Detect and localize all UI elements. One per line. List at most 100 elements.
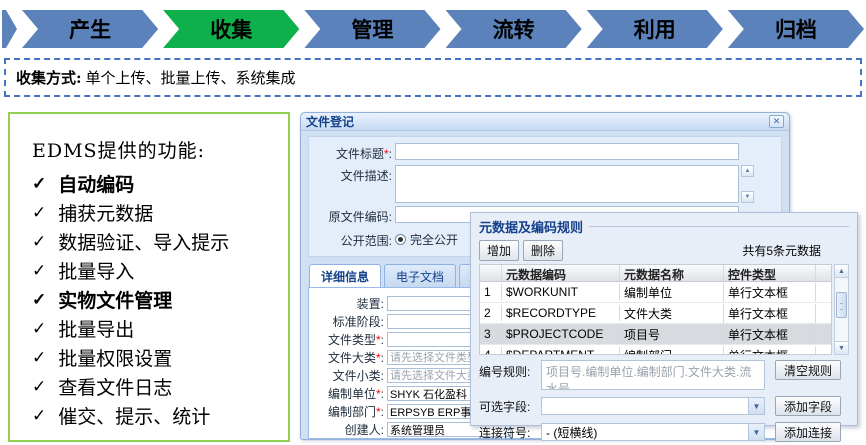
metadata-table-header: 元数据编码 元数据名称 控件类型 bbox=[479, 264, 832, 282]
table-row[interactable]: 2$RECORDTYPE文件大类单行文本框 bbox=[480, 303, 831, 324]
collection-method-text: 单个上传、批量上传、系统集成 bbox=[86, 67, 296, 88]
col-name: 元数据名称 bbox=[620, 265, 724, 281]
optional-field-label: 可选字段: bbox=[479, 398, 541, 415]
table-scrollbar[interactable]: ▲ ▼ bbox=[834, 264, 849, 355]
scroll-thumb[interactable] bbox=[836, 292, 847, 318]
feature-item: ✓ 实物文件管理 bbox=[32, 285, 278, 314]
collection-method-note: 收集方式: 单个上传、批量上传、系统集成 bbox=[4, 58, 862, 97]
chevron-down-icon[interactable]: ▼ bbox=[748, 398, 764, 414]
file-title-label: 文件标题*: bbox=[309, 143, 395, 162]
radio-icon[interactable] bbox=[395, 234, 406, 245]
orig-code-label: 原文件编码: bbox=[309, 206, 395, 225]
feature-text: 查看文件日志 bbox=[58, 373, 172, 400]
numbering-rule-label: 编号规则: bbox=[479, 360, 541, 380]
feature-text: 催交、提示、统计 bbox=[58, 402, 210, 429]
check-icon: ✓ bbox=[32, 348, 46, 368]
file-desc-textarea[interactable] bbox=[395, 165, 739, 203]
field-label-compile-dept: 编制部门*: bbox=[309, 403, 387, 420]
col-blank bbox=[816, 265, 831, 281]
metadata-toolbar: 增加 删除 共有5条元数据 bbox=[479, 240, 849, 261]
feature-text: 批量导入 bbox=[58, 257, 134, 284]
feature-text: 批量权限设置 bbox=[58, 344, 172, 371]
feature-text: 自动编码 bbox=[58, 170, 134, 197]
table-row[interactable]: 4$DEPARTMENT编制部门单行文本框 bbox=[480, 345, 831, 355]
scroll-up-icon[interactable]: ▲ bbox=[741, 165, 754, 177]
numbering-rule-row: 编号规则: 项目号.编制单位.编制部门.文件大类.流水号 清空规则 bbox=[479, 360, 849, 390]
feature-text: 批量导出 bbox=[58, 315, 134, 342]
metadata-panel-title: 元数据及编码规则 bbox=[479, 217, 849, 236]
screenshot-area: 文件登记 ✕ 文件标题*: 文件描述: ▲ ▼ bbox=[298, 112, 864, 445]
feature-item: ✓ 查看文件日志 bbox=[32, 372, 278, 401]
flow-step-manage: 管理 bbox=[304, 10, 440, 48]
check-icon: ✓ bbox=[32, 319, 46, 339]
metadata-table-body: 1$WORKUNIT编制单位单行文本框 2$RECORDTYPE文件大类单行文本… bbox=[479, 282, 832, 355]
dialog-titlebar[interactable]: 文件登记 ✕ bbox=[301, 113, 789, 131]
dialog-title: 文件登记 bbox=[306, 113, 354, 130]
optional-field-combobox[interactable]: ▼ bbox=[541, 397, 765, 415]
col-type: 控件类型 bbox=[724, 265, 816, 281]
scroll-down-icon[interactable]: ▼ bbox=[835, 341, 848, 354]
flow-lead-chevron bbox=[2, 10, 17, 48]
field-label-compile-unit: 编制单位*: bbox=[309, 385, 387, 402]
connector-combobox[interactable]: - (短横线) ▼ bbox=[541, 423, 765, 441]
delete-metadata-button[interactable]: 删除 bbox=[523, 240, 563, 261]
feature-item: ✓数据验证、导入提示 bbox=[32, 227, 278, 256]
metadata-count: 共有5条元数据 bbox=[742, 242, 849, 259]
feature-text: 数据验证、导入提示 bbox=[58, 228, 229, 255]
slide-canvas: 产生 收集 管理 流转 利用 归档 收集方式: 单个上传、批量上传、系统集成 E… bbox=[0, 0, 866, 445]
flow-step-generate: 产生 bbox=[22, 10, 158, 48]
feature-item: ✓ 批量权限设置 bbox=[32, 343, 278, 372]
process-flow-bar: 产生 收集 管理 流转 利用 归档 bbox=[2, 10, 864, 48]
check-icon: ✓ bbox=[32, 290, 46, 310]
file-title-input[interactable] bbox=[395, 143, 739, 160]
feature-text: 实物文件管理 bbox=[58, 286, 172, 313]
feature-item: ✓催交、提示、统计 bbox=[32, 401, 278, 430]
scroll-up-icon[interactable]: ▲ bbox=[835, 265, 848, 278]
feature-item: ✓ 批量导入 bbox=[32, 256, 278, 285]
feature-item: ✓ 批量导出 bbox=[32, 314, 278, 343]
connector-label: 连接符号: bbox=[479, 424, 541, 441]
add-field-button[interactable]: 添加字段 bbox=[775, 396, 841, 416]
tab-detail-info[interactable]: 详细信息 bbox=[309, 264, 381, 287]
check-icon: ✓ bbox=[32, 261, 46, 281]
scope-label: 公开范围: bbox=[309, 230, 395, 249]
flow-step-archive: 归档 bbox=[728, 10, 864, 48]
col-num bbox=[480, 265, 502, 281]
file-desc-label: 文件描述: bbox=[309, 165, 395, 184]
check-icon: ✓ bbox=[32, 203, 46, 223]
table-row[interactable]: 1$WORKUNIT编制单位单行文本框 bbox=[480, 282, 831, 303]
connector-value: - (短横线) bbox=[546, 424, 597, 441]
collection-method-label: 收集方式: bbox=[16, 67, 82, 88]
feature-text: 捕获元数据 bbox=[58, 199, 153, 226]
scroll-track[interactable] bbox=[835, 278, 848, 341]
field-label-creator: 创建人: bbox=[309, 421, 387, 438]
col-code: 元数据编码 bbox=[502, 265, 620, 281]
flow-step-utilize: 利用 bbox=[587, 10, 723, 48]
feature-item: ✓ 自动编码 bbox=[32, 169, 278, 198]
optional-field-row: 可选字段: ▼ 添加字段 bbox=[479, 396, 849, 416]
feature-item: ✓ 捕获元数据 bbox=[32, 198, 278, 227]
field-label-device: 装置: bbox=[309, 295, 387, 312]
close-icon[interactable]: ✕ bbox=[769, 115, 784, 128]
field-label-file-type: 文件类型*: bbox=[309, 331, 387, 348]
radio-option-public[interactable]: 完全公开 bbox=[395, 231, 458, 248]
check-icon: ✓ bbox=[32, 174, 46, 194]
connector-row: 连接符号: - (短横线) ▼ 添加连接 bbox=[479, 422, 849, 442]
tab-electronic-doc[interactable]: 电子文档 bbox=[384, 264, 456, 287]
add-metadata-button[interactable]: 增加 bbox=[479, 240, 519, 261]
clear-rule-button[interactable]: 清空规则 bbox=[775, 360, 841, 380]
field-label-file-category: 文件大类*: bbox=[309, 349, 387, 366]
textarea-scrollbar[interactable]: ▲ ▼ bbox=[741, 165, 754, 203]
metadata-table: 元数据编码 元数据名称 控件类型 1$WORKUNIT编制单位单行文本框 2$R… bbox=[479, 264, 849, 355]
flow-step-collect: 收集 bbox=[163, 10, 299, 48]
field-label-standard-stage: 标准阶段: bbox=[309, 313, 387, 330]
add-connector-button[interactable]: 添加连接 bbox=[775, 422, 841, 442]
scroll-down-icon[interactable]: ▼ bbox=[741, 191, 754, 203]
table-row-selected[interactable]: 3$PROJECTCODE项目号单行文本框 bbox=[480, 324, 831, 345]
chevron-down-icon[interactable]: ▼ bbox=[748, 424, 764, 440]
edms-features-box: EDMS提供的功能: ✓自动编码 ✓捕获元数据 ✓数据验证、导入提示 ✓批量导入… bbox=[8, 112, 290, 442]
check-icon: ✓ bbox=[32, 377, 46, 397]
numbering-rule-input[interactable]: 项目号.编制单位.编制部门.文件大类.流水号 bbox=[541, 360, 765, 390]
features-title: EDMS提供的功能: bbox=[32, 136, 278, 163]
flow-step-circulate: 流转 bbox=[446, 10, 582, 48]
